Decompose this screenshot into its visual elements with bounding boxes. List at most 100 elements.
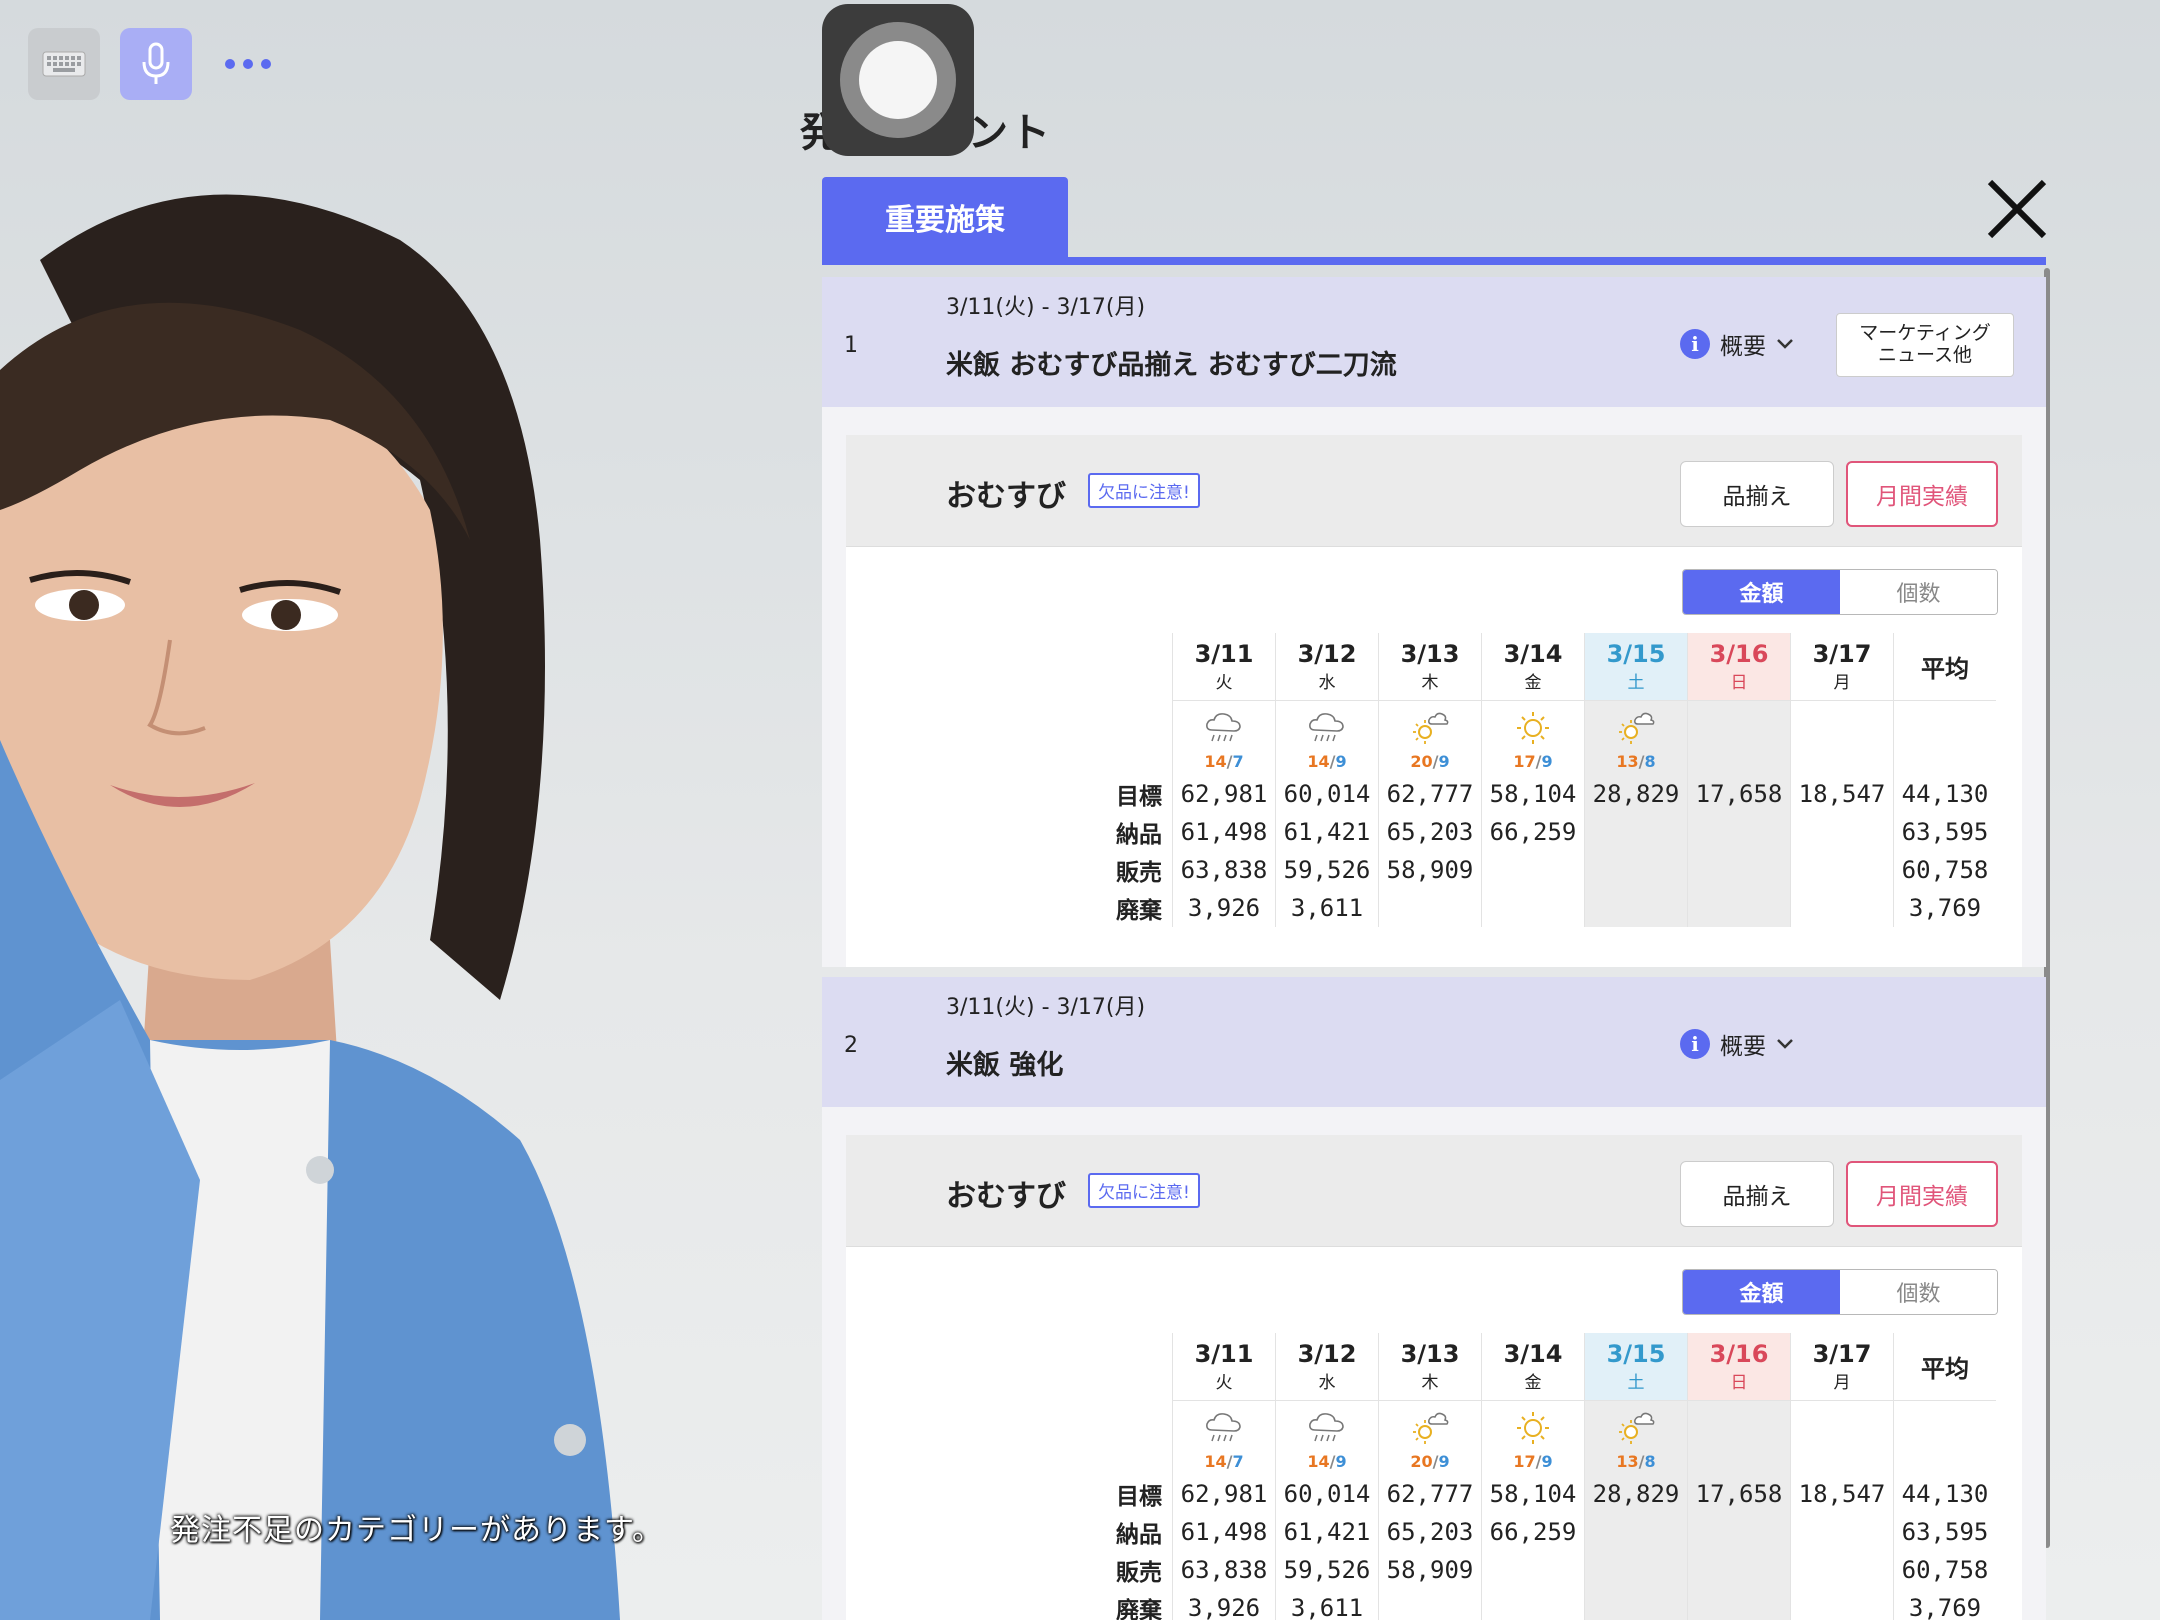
row-label: 販売 [1116,860,1162,886]
keyboard-button[interactable] [28,28,100,100]
grid-day-header: 3/11 火 [1172,633,1275,701]
chevron-down-icon [1777,1039,1793,1049]
value-cell [1584,1513,1687,1551]
value-cell: 3,926 [1172,889,1275,927]
sales-grid: 3/11 火 3/12 水 3/13 木 3/14 金 3/15 土 3/16 … [1094,1333,1996,1620]
weather-cell: 20/9 [1378,1401,1481,1475]
overview-toggle[interactable]: i 概要 [1680,1027,1794,1061]
value-cell [1584,813,1687,851]
grid-value-row: 納品 61,498 61,421 65,203 66,259 63,595 [1094,813,1996,851]
grid-day-header: 3/16 日 [1687,1333,1790,1401]
measure-header[interactable]: 3/11(火) - 3/17(月) 1 米飯 おむすび品揃え おむすび二刀流 i… [822,277,2046,407]
tab-important-measures[interactable]: 重要施策 [822,177,1068,257]
close-button[interactable] [1980,172,2054,246]
temperature: 17/9 [1513,1452,1553,1471]
temperature: 13/8 [1616,1452,1656,1471]
weather-cell: 13/8 [1584,701,1687,775]
temp-high: 14 [1204,752,1227,771]
stockout-warning-badge: 欠品に注意! [1088,1173,1200,1208]
weather-cell: 20/9 [1378,701,1481,775]
value-cell: 63,838 [1172,1551,1275,1589]
toggle-amount[interactable]: 金額 [1683,570,1840,614]
assortment-button[interactable]: 品揃え [1680,1161,1834,1227]
measure-body: おむすび 欠品に注意! 品揃え 月間実績 金額 個数 3/11 火 3/12 水… [822,1107,2046,1620]
value-cell [1687,1551,1790,1589]
weather-cell: 14/7 [1172,701,1275,775]
day-date: 3/17 [1812,1340,1872,1368]
toggle-amount[interactable]: 金額 [1683,1270,1840,1314]
value-cell [1584,1589,1687,1620]
value-cell [1687,889,1790,927]
toggle-count[interactable]: 個数 [1840,1270,1997,1314]
category-card: おむすび 欠品に注意! 品揃え 月間実績 金額 個数 3/11 火 3/12 水… [846,1135,2022,1620]
avg-cell: 44,130 [1893,775,1996,813]
value-cell [1790,851,1893,889]
temp-high: 17 [1513,752,1536,771]
sun-weather-icon [1513,710,1553,752]
value-cell: 58,104 [1481,1475,1584,1513]
value-cell: 66,259 [1481,1513,1584,1551]
monthly-results-button[interactable]: 月間実績 [1846,1161,1998,1227]
value-cell [1584,1551,1687,1589]
value-cell [1481,889,1584,927]
toggle-count[interactable]: 個数 [1840,570,1997,614]
value-cell: 58,909 [1378,1551,1481,1589]
temp-low: 8 [1644,1452,1656,1471]
day-date: 3/15 [1606,1340,1666,1368]
measure-title: 米飯 強化 [946,1050,1064,1081]
close-icon [1987,179,2047,239]
value-cell [1378,889,1481,927]
value-cell [1687,1589,1790,1620]
value-cell [1790,1513,1893,1551]
row-label: 廃棄 [1116,898,1162,924]
weather-cell: 14/7 [1172,1401,1275,1475]
day-weekday: 日 [1730,673,1748,693]
grid-day-header: 3/12 水 [1275,1333,1378,1401]
measure-index: 2 [844,1033,858,1058]
grid-day-header: 3/13 木 [1378,633,1481,701]
avg-header: 平均 [1893,633,1996,701]
assortment-button[interactable]: 品揃え [1680,461,1834,527]
assistive-touch-button[interactable] [822,4,974,156]
grid-day-header: 3/17 月 [1790,633,1893,701]
day-weekday: 火 [1215,1373,1233,1393]
overview-toggle[interactable]: i 概要 [1680,327,1794,361]
row-label: 廃棄 [1116,1598,1162,1620]
more-button[interactable] [212,28,284,100]
value-cell [1584,851,1687,889]
temp-high: 20 [1410,1452,1433,1471]
weather-cell [1790,1401,1893,1475]
temp-low: 9 [1335,1452,1347,1471]
day-date: 3/11 [1194,640,1254,668]
value-cell: 66,259 [1481,813,1584,851]
grid-header-row: 3/11 火 3/12 水 3/13 木 3/14 金 3/15 土 3/16 … [1094,633,1996,701]
measure-index: 1 [844,333,858,358]
weather-cell: 17/9 [1481,701,1584,775]
temp-high: 14 [1307,1452,1330,1471]
stockout-warning-badge: 欠品に注意! [1088,473,1200,508]
category-name: おむすび [946,479,1066,514]
monthly-results-button[interactable]: 月間実績 [1846,461,1998,527]
weather-cell: 14/9 [1275,701,1378,775]
marketing-news-button[interactable]: マーケティング ニュース他 [1836,313,2014,377]
sales-grid: 3/11 火 3/12 水 3/13 木 3/14 金 3/15 土 3/16 … [1094,633,1996,927]
day-weekday: 水 [1318,673,1336,693]
day-weekday: 金 [1524,673,1542,693]
grid-value-row: 納品 61,498 61,421 65,203 66,259 63,595 [1094,1513,1996,1551]
day-date: 3/17 [1812,640,1872,668]
value-cell: 61,421 [1275,1513,1378,1551]
value-cell [1481,1551,1584,1589]
keyboard-icon [42,51,86,77]
temp-low: 9 [1541,752,1553,771]
microphone-icon [142,42,170,84]
microphone-button[interactable] [120,28,192,100]
temperature: 13/8 [1616,752,1656,771]
day-date: 3/16 [1709,1340,1769,1368]
amount-count-toggle: 金額 個数 [1682,1269,1998,1315]
day-date: 3/15 [1606,640,1666,668]
sun-cloud-weather-icon [1410,1410,1450,1452]
temp-high: 13 [1616,752,1639,771]
value-cell: 61,498 [1172,813,1275,851]
measure-header[interactable]: 3/11(火) - 3/17(月) 2 米飯 強化 i 概要 [822,977,2046,1107]
value-cell: 28,829 [1584,1475,1687,1513]
